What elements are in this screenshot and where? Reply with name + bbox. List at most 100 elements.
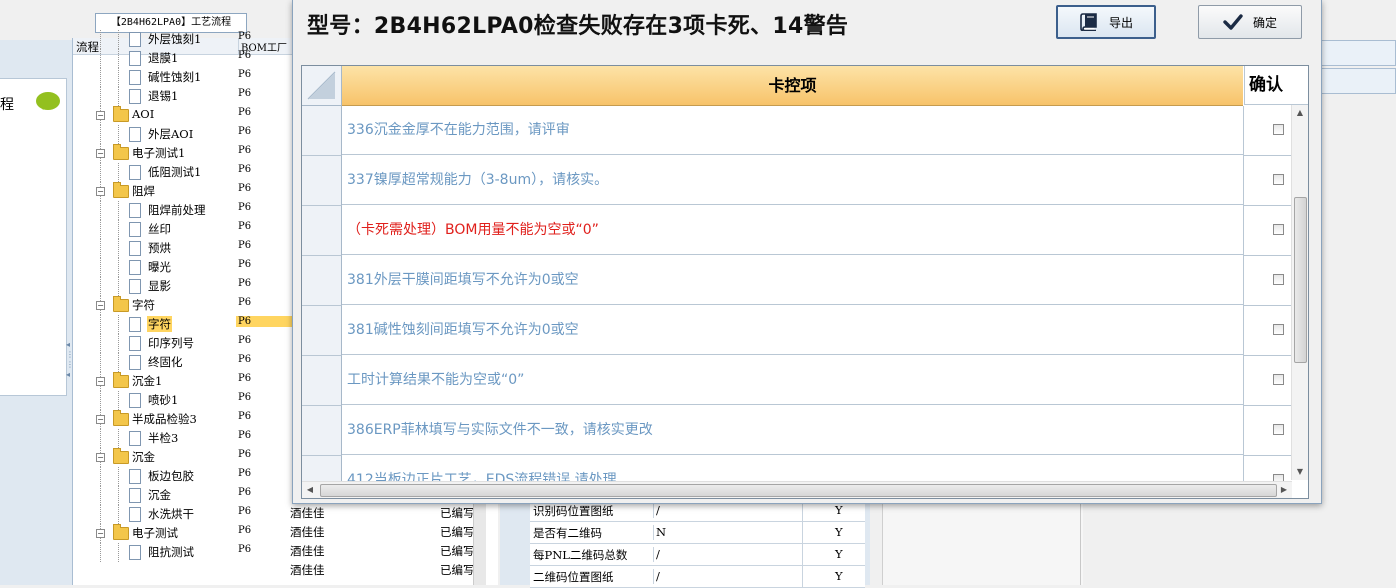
row-header[interactable] bbox=[302, 356, 342, 406]
check-item-text: 337镍厚超常规能力（3-8um），请核实。 bbox=[342, 156, 1243, 205]
tree-node-label: AOI bbox=[132, 107, 155, 121]
tree-row[interactable]: − AOI P6 bbox=[73, 106, 296, 125]
confirm-checkbox[interactable] bbox=[1273, 124, 1284, 135]
document-icon bbox=[129, 89, 141, 104]
confirm-checkbox[interactable] bbox=[1273, 324, 1284, 335]
document-icon bbox=[129, 279, 141, 294]
export-button[interactable]: 导出 bbox=[1056, 5, 1156, 39]
tree-row[interactable]: 印序列号 P6 bbox=[73, 334, 296, 353]
row-header[interactable] bbox=[302, 206, 342, 256]
tree-guide-line bbox=[100, 486, 101, 505]
tree-node-bom: P6 bbox=[238, 240, 252, 251]
tree-row[interactable]: 沉金 P6 bbox=[73, 486, 296, 505]
tree-row[interactable]: 阻焊前处理 P6 bbox=[73, 201, 296, 220]
tree-node-label: 曝光 bbox=[148, 260, 171, 274]
check-item-row[interactable]: 336沉金金厚不在能力范围，请评审 bbox=[302, 106, 1299, 156]
document-icon bbox=[129, 222, 141, 237]
column-header-confirm[interactable]: 确认 bbox=[1244, 66, 1308, 105]
tree-row[interactable]: − 电子测试 P6 bbox=[73, 524, 296, 543]
confirm-checkbox[interactable] bbox=[1273, 424, 1284, 435]
tree-row[interactable]: − 半成品检验3 P6 bbox=[73, 410, 296, 429]
right-tab-2[interactable] bbox=[1320, 68, 1396, 94]
tree-row[interactable]: 喷砂1 P6 bbox=[73, 391, 296, 410]
tree-row[interactable]: 退膜1 P6 bbox=[73, 49, 296, 68]
vertical-scrollbar[interactable]: ▲ ▼ bbox=[1291, 105, 1308, 480]
scroll-up-arrow-icon[interactable]: ▲ bbox=[1292, 105, 1308, 121]
tree-row[interactable]: 低阻测试1 P6 bbox=[73, 163, 296, 182]
confirm-checkbox[interactable] bbox=[1273, 274, 1284, 285]
grid-row[interactable]: 酒佳佳 已编写 bbox=[288, 560, 498, 579]
table-corner[interactable] bbox=[302, 66, 342, 106]
tree-node-bom: P6 bbox=[238, 69, 252, 80]
horizontal-scroll-thumb[interactable] bbox=[320, 484, 1277, 497]
tree-row[interactable]: 显影 P6 bbox=[73, 277, 296, 296]
parameter-row[interactable]: 是否有二维码 N Y bbox=[530, 522, 865, 544]
tree-node-label: 显影 bbox=[148, 279, 171, 293]
tree-row[interactable]: 丝印 P6 bbox=[73, 220, 296, 239]
check-item-row[interactable]: 381碱性蚀刻间距填写不允许为0或空 bbox=[302, 306, 1299, 356]
collapse-toggle-icon[interactable]: − bbox=[96, 187, 105, 196]
check-item-row[interactable]: 381外层干膜间距填写不允许为0或空 bbox=[302, 256, 1299, 306]
row-header[interactable] bbox=[302, 406, 342, 456]
ok-button[interactable]: 确定 bbox=[1198, 5, 1302, 39]
right-tabs bbox=[1320, 40, 1396, 100]
tree-row[interactable]: 字符 P6 bbox=[73, 315, 298, 334]
right-tab-1[interactable] bbox=[1320, 40, 1396, 66]
grid-row[interactable]: 酒佳佳 已编写 bbox=[288, 522, 498, 541]
collapse-toggle-icon[interactable]: − bbox=[96, 301, 105, 310]
tree-guide-line bbox=[100, 220, 101, 239]
tree-guide-line bbox=[100, 505, 101, 524]
collapse-toggle-icon[interactable]: − bbox=[96, 529, 105, 538]
collapse-toggle-icon[interactable]: − bbox=[96, 111, 105, 120]
tree-row[interactable]: 外层AOI P6 bbox=[73, 125, 296, 144]
tree-row[interactable]: 半检3 P6 bbox=[73, 429, 296, 448]
tree-row[interactable]: − 沉金 P6 bbox=[73, 448, 296, 467]
tree-row[interactable]: 水洗烘干 P6 bbox=[73, 505, 296, 524]
tree-row[interactable]: 退锡1 P6 bbox=[73, 87, 296, 106]
grid-row[interactable]: 酒佳佳 已编写 bbox=[288, 541, 498, 560]
check-item-row[interactable]: 工时计算结果不能为空或“0” bbox=[302, 356, 1299, 406]
row-header[interactable] bbox=[302, 106, 342, 156]
tree-row[interactable]: 碱性蚀刻1 P6 bbox=[73, 68, 296, 87]
check-item-row[interactable]: 386ERP菲林填写与实际文件不一致，请核实更改 bbox=[302, 406, 1299, 456]
scroll-left-arrow-icon[interactable]: ◀ bbox=[302, 482, 318, 498]
confirm-checkbox[interactable] bbox=[1273, 224, 1284, 235]
scroll-down-arrow-icon[interactable]: ▼ bbox=[1292, 464, 1308, 480]
confirm-checkbox[interactable] bbox=[1273, 174, 1284, 185]
tree-row[interactable]: 预烘 P6 bbox=[73, 239, 296, 258]
vertical-scroll-thumb[interactable] bbox=[1294, 197, 1307, 363]
tree-row[interactable]: − 阻焊 P6 bbox=[73, 182, 296, 201]
confirm-checkbox[interactable] bbox=[1273, 374, 1284, 385]
scroll-right-arrow-icon[interactable]: ▶ bbox=[1276, 482, 1292, 498]
tree-row[interactable]: − 字符 P6 bbox=[73, 296, 296, 315]
tree-guide-line bbox=[118, 467, 119, 486]
row-header[interactable] bbox=[302, 156, 342, 206]
horizontal-scrollbar[interactable]: ◀ ▶ bbox=[302, 481, 1292, 498]
tree-row[interactable]: 终固化 P6 bbox=[73, 353, 296, 372]
tree-row[interactable]: 板边包胶 P6 bbox=[73, 467, 296, 486]
tree-row[interactable]: 阻抗测试 P6 bbox=[73, 543, 296, 562]
assignee-grid-scrollbar[interactable] bbox=[473, 500, 486, 585]
tree-node-bom: P6 bbox=[238, 183, 252, 194]
chat-bubble-icon[interactable] bbox=[36, 92, 60, 110]
tree-row[interactable]: 外层蚀刻1 P6 bbox=[73, 30, 296, 49]
grid-row[interactable]: 酒佳佳 已编写 bbox=[288, 503, 498, 522]
check-item-row[interactable]: 337镍厚超常规能力（3-8um），请核实。 bbox=[302, 156, 1299, 206]
collapse-toggle-icon[interactable]: − bbox=[96, 453, 105, 462]
parameter-row[interactable]: 每PNL二维码总数 / Y bbox=[530, 544, 865, 566]
row-header[interactable] bbox=[302, 256, 342, 306]
collapse-toggle-icon[interactable]: − bbox=[96, 149, 105, 158]
collapse-toggle-icon[interactable]: − bbox=[96, 377, 105, 386]
collapse-toggle-icon[interactable]: − bbox=[96, 415, 105, 424]
check-item-row[interactable]: （卡死需处理）BOM用量不能为空或“0” bbox=[302, 206, 1299, 256]
tree-node-label: 水洗烘干 bbox=[148, 507, 194, 521]
tree-row[interactable]: − 沉金1 P6 bbox=[73, 372, 296, 391]
tree-node-label: 阻焊前处理 bbox=[148, 203, 206, 217]
tree-row[interactable]: 曝光 P6 bbox=[73, 258, 296, 277]
column-header-check-item[interactable]: 卡控项 bbox=[342, 66, 1243, 106]
row-header[interactable] bbox=[302, 306, 342, 356]
parameter-value: / bbox=[653, 547, 660, 562]
right-pane bbox=[882, 500, 1083, 585]
tree-row[interactable]: − 电子测试1 P6 bbox=[73, 144, 296, 163]
tree-node-bom: P6 bbox=[238, 278, 252, 289]
